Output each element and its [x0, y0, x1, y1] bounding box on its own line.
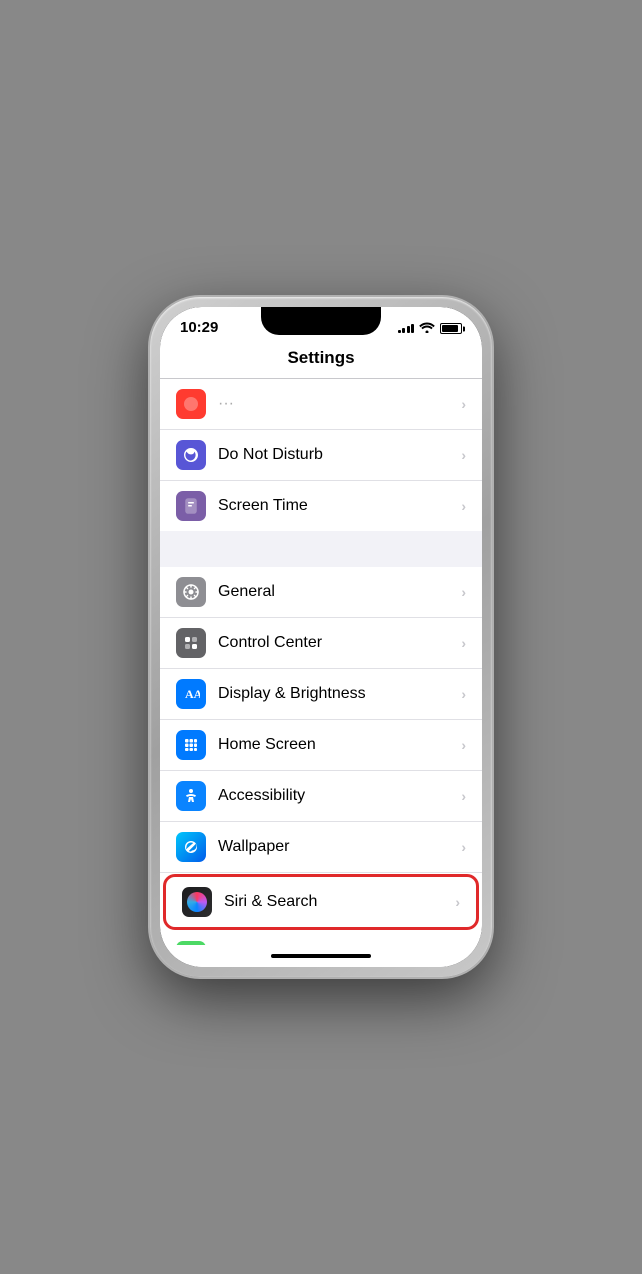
settings-row-screen-time[interactable]: Screen Time › — [160, 481, 482, 531]
page-title: Settings — [160, 342, 482, 379]
signal-bars-icon — [398, 324, 415, 333]
screen-time-icon — [176, 491, 206, 521]
settings-section-top: ··· › Do Not Disturb › — [160, 379, 482, 531]
settings-section-general: General › Control — [160, 567, 482, 945]
settings-row-home-screen[interactable]: Home Screen › — [160, 720, 482, 771]
settings-row-accessibility[interactable]: Accessibility › — [160, 771, 482, 822]
general-label: General — [218, 583, 461, 601]
display-icon: AA — [176, 679, 206, 709]
face-id-icon — [176, 941, 206, 945]
signal-bar-2 — [402, 328, 405, 333]
wifi-icon — [419, 321, 435, 336]
control-center-label: Control Center — [218, 634, 461, 652]
general-chevron: › — [461, 584, 466, 600]
screen-time-chevron: › — [461, 498, 466, 514]
settings-row-partial[interactable]: ··· › — [160, 379, 482, 430]
signal-bar-3 — [407, 326, 410, 333]
screen: 10:29 — [160, 307, 482, 967]
partial-label: ··· — [218, 395, 461, 413]
siri-icon — [182, 887, 212, 917]
accessibility-icon — [176, 781, 206, 811]
partial-icon — [176, 389, 206, 419]
signal-bar-4 — [411, 324, 414, 333]
wallpaper-label: Wallpaper — [218, 838, 461, 856]
control-center-chevron: › — [461, 635, 466, 651]
siri-label: Siri & Search — [224, 893, 455, 911]
home-screen-chevron: › — [461, 737, 466, 753]
wallpaper-chevron: › — [461, 839, 466, 855]
settings-row-do-not-disturb[interactable]: Do Not Disturb › — [160, 430, 482, 481]
wallpaper-icon — [176, 832, 206, 862]
settings-row-face-id[interactable]: Face ID & Passcode › — [160, 931, 482, 945]
notch — [261, 307, 381, 335]
do-not-disturb-label: Do Not Disturb — [218, 446, 461, 464]
home-bar — [271, 954, 371, 958]
svg-text:AA: AA — [185, 687, 200, 701]
status-icons — [398, 321, 463, 336]
status-time: 10:29 — [180, 319, 218, 336]
home-indicator — [160, 945, 482, 967]
partial-chevron: › — [461, 396, 466, 412]
do-not-disturb-icon — [176, 440, 206, 470]
settings-row-display[interactable]: AA Display & Brightness › — [160, 669, 482, 720]
siri-chevron: › — [455, 894, 460, 910]
do-not-disturb-chevron: › — [461, 447, 466, 463]
general-icon — [176, 577, 206, 607]
settings-row-control-center[interactable]: Control Center › — [160, 618, 482, 669]
phone-inner: 10:29 — [160, 307, 482, 967]
accessibility-chevron: › — [461, 788, 466, 804]
screen-time-label: Screen Time — [218, 497, 461, 515]
display-chevron: › — [461, 686, 466, 702]
section-divider-1 — [160, 533, 482, 567]
settings-row-wallpaper[interactable]: Wallpaper › — [160, 822, 482, 873]
settings-row-general[interactable]: General › — [160, 567, 482, 618]
display-label: Display & Brightness — [218, 685, 461, 703]
settings-row-siri[interactable]: Siri & Search › — [163, 874, 479, 930]
control-center-icon — [176, 628, 206, 658]
phone-frame: 10:29 — [150, 297, 492, 977]
battery-fill — [442, 325, 458, 332]
accessibility-label: Accessibility — [218, 787, 461, 805]
battery-status-icon — [440, 323, 462, 334]
settings-list[interactable]: ··· › Do Not Disturb › — [160, 379, 482, 945]
signal-bar-1 — [398, 330, 401, 333]
home-screen-label: Home Screen — [218, 736, 461, 754]
home-screen-icon — [176, 730, 206, 760]
